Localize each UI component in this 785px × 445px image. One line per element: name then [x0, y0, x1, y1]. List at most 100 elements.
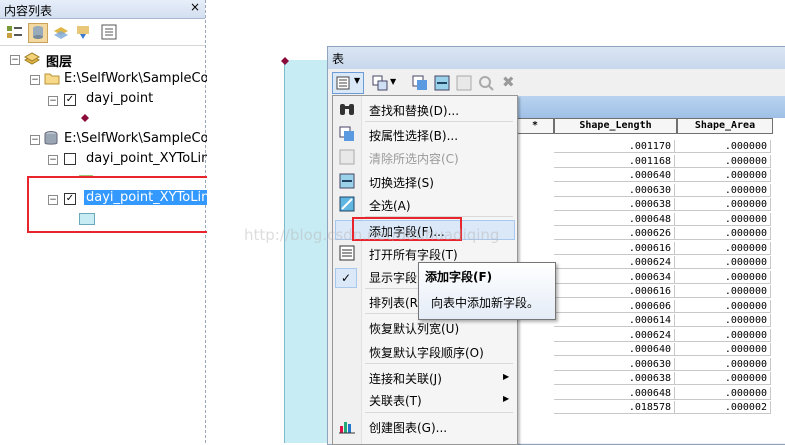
- layer-name-xytoline-1[interactable]: dayi_point_XYToLine: [86, 151, 217, 166]
- column-header-star[interactable]: *: [516, 118, 554, 134]
- menu-item-create-graph[interactable]: 创建图表(G)...: [369, 419, 447, 436]
- table-cell[interactable]: .000630: [554, 183, 675, 197]
- table-cell[interactable]: .000624: [554, 328, 675, 342]
- table-cell[interactable]: .000614: [554, 314, 675, 327]
- map-line-feature: [284, 60, 329, 443]
- table-cell[interactable]: .000000: [675, 285, 771, 298]
- map-point-feature: [281, 57, 289, 65]
- switch-selection-icon[interactable]: [434, 75, 450, 91]
- menu-item-restore-column-width[interactable]: 恢复默认列宽(U): [369, 320, 459, 337]
- menu-item-switch-selection[interactable]: 切换选择(S): [369, 174, 434, 191]
- table-cell[interactable]: .000000: [675, 386, 771, 400]
- layer-name-dayi-point[interactable]: dayi_point: [86, 91, 153, 106]
- list-by-selection-icon[interactable]: [74, 23, 92, 41]
- table-cell[interactable]: .000000: [675, 270, 771, 284]
- table-options-button[interactable]: ▼: [332, 72, 364, 94]
- menu-item-open-all-fields[interactable]: 打开所有字段(T): [369, 246, 458, 263]
- column-header-shape-area[interactable]: Shape_Area: [677, 118, 773, 134]
- clear-selection-icon[interactable]: [456, 75, 472, 91]
- menu-item-related-tables[interactable]: 关联表(T): [369, 392, 422, 409]
- table-cell[interactable]: .000000: [675, 140, 771, 153]
- table-window-title-bar: 表: [328, 47, 785, 69]
- table-cell[interactable]: .018578: [554, 401, 675, 414]
- menu-item-select-by-attributes[interactable]: 按属性选择(B)...: [369, 127, 458, 144]
- menu-item-clear-selection[interactable]: 清除所选内容(C): [369, 150, 459, 167]
- table-cell[interactable]: .000002: [675, 401, 771, 414]
- check-icon: ✓: [335, 268, 357, 288]
- delete-icon[interactable]: ✖: [502, 73, 515, 91]
- collapse-icon[interactable]: −: [30, 135, 40, 145]
- layers-root-label[interactable]: 图层: [46, 51, 72, 70]
- point-symbol-icon[interactable]: [81, 114, 89, 122]
- table-cell[interactable]: .000000: [675, 343, 771, 356]
- tooltip-description: 向表中添加新字段。: [431, 296, 540, 310]
- table-cell[interactable]: .000000: [675, 372, 771, 385]
- highlight-box-layer: [27, 176, 212, 233]
- submenu-arrow-icon: ▶: [503, 372, 510, 381]
- list-by-visibility-icon[interactable]: [52, 23, 70, 41]
- table-cell[interactable]: .000000: [675, 314, 771, 327]
- close-icon[interactable]: ×: [190, 0, 200, 14]
- table-cell[interactable]: .000648: [554, 212, 675, 226]
- table-cell[interactable]: .000000: [675, 299, 771, 313]
- submenu-arrow-icon: ▶: [503, 394, 510, 403]
- table-cell[interactable]: .000616: [554, 241, 675, 255]
- table-cell[interactable]: .000640: [554, 343, 675, 356]
- menu-item-restore-field-order[interactable]: 恢复默认字段顺序(O): [369, 344, 484, 361]
- geodatabase-icon: [44, 131, 58, 145]
- table-cell[interactable]: .000000: [675, 328, 771, 342]
- collapse-icon[interactable]: −: [10, 55, 20, 65]
- list-by-drawing-order-icon[interactable]: [6, 23, 24, 41]
- list-by-source-icon[interactable]: [28, 23, 48, 43]
- table-cell[interactable]: .000000: [675, 241, 771, 255]
- binoculars-icon: [340, 104, 354, 115]
- related-tables-icon[interactable]: [372, 75, 388, 91]
- select-by-attributes-icon[interactable]: [412, 75, 428, 91]
- menu-item-find-replace[interactable]: 查找和替换(D)...: [369, 102, 459, 119]
- table-cell[interactable]: .001168: [554, 154, 675, 168]
- collapse-icon[interactable]: −: [48, 96, 58, 106]
- table-cell[interactable]: .000000: [675, 227, 771, 240]
- table-cell[interactable]: .000624: [554, 256, 675, 269]
- zoom-to-selected-icon[interactable]: [478, 75, 494, 91]
- table-body: .001170 .000000 .001168 .000000 .000640 …: [516, 140, 785, 443]
- layer-visibility-checkbox[interactable]: ✓: [64, 94, 76, 106]
- table-cell[interactable]: .000000: [675, 183, 771, 197]
- workspace-path-2[interactable]: E:\SelfWork\SampleCo: [64, 131, 209, 146]
- menu-item-joins-relates[interactable]: 连接和关联(J): [369, 370, 442, 387]
- table-cell[interactable]: .000000: [675, 198, 771, 211]
- table-cell[interactable]: .000616: [554, 285, 675, 298]
- collapse-icon[interactable]: −: [30, 75, 40, 85]
- bar-chart-icon: [339, 422, 355, 434]
- pin-icon[interactable]: ᅟ: [172, 1, 182, 17]
- table-cell[interactable]: .000000: [675, 154, 771, 168]
- table-cell[interactable]: .000000: [675, 357, 771, 371]
- table-window-title: 表: [332, 52, 345, 66]
- select-all-icon: [339, 196, 355, 212]
- table-cell[interactable]: .001170: [554, 140, 675, 153]
- table-cell[interactable]: .000634: [554, 270, 675, 284]
- layer-visibility-checkbox[interactable]: [64, 153, 76, 165]
- table-cell[interactable]: .000000: [675, 256, 771, 269]
- add-field-tooltip: 添加字段(F) 向表中添加新字段。: [418, 262, 556, 320]
- collapse-icon[interactable]: −: [48, 155, 58, 165]
- table-cell[interactable]: .000638: [554, 372, 675, 385]
- table-cell[interactable]: .000648: [554, 386, 675, 400]
- menu-item-show-field-aliases[interactable]: 显示字段: [369, 269, 417, 286]
- table-cell[interactable]: .000640: [554, 169, 675, 182]
- table-cell[interactable]: .000000: [675, 169, 771, 182]
- menu-item-select-all[interactable]: 全选(A): [369, 197, 411, 214]
- select-by-attributes-icon: [339, 126, 354, 141]
- table-cell[interactable]: .000630: [554, 357, 675, 371]
- watermark-text: http://blog.csdn.net/douhuadiqing: [244, 226, 500, 244]
- table-cell[interactable]: .000638: [554, 198, 675, 211]
- column-header-shape-length[interactable]: Shape_Length: [554, 118, 677, 134]
- options-icon[interactable]: [100, 23, 118, 41]
- table-cell[interactable]: .000606: [554, 299, 675, 313]
- table-cell[interactable]: .000626: [554, 227, 675, 240]
- menu-item-arrange-tables[interactable]: 排列表(R): [369, 294, 423, 311]
- workspace-path-1[interactable]: E:\SelfWork\SampleCo: [64, 71, 209, 86]
- chevron-down-icon[interactable]: ▼: [390, 77, 396, 86]
- toc-toolbar: [0, 19, 205, 46]
- table-cell[interactable]: .000000: [675, 212, 771, 226]
